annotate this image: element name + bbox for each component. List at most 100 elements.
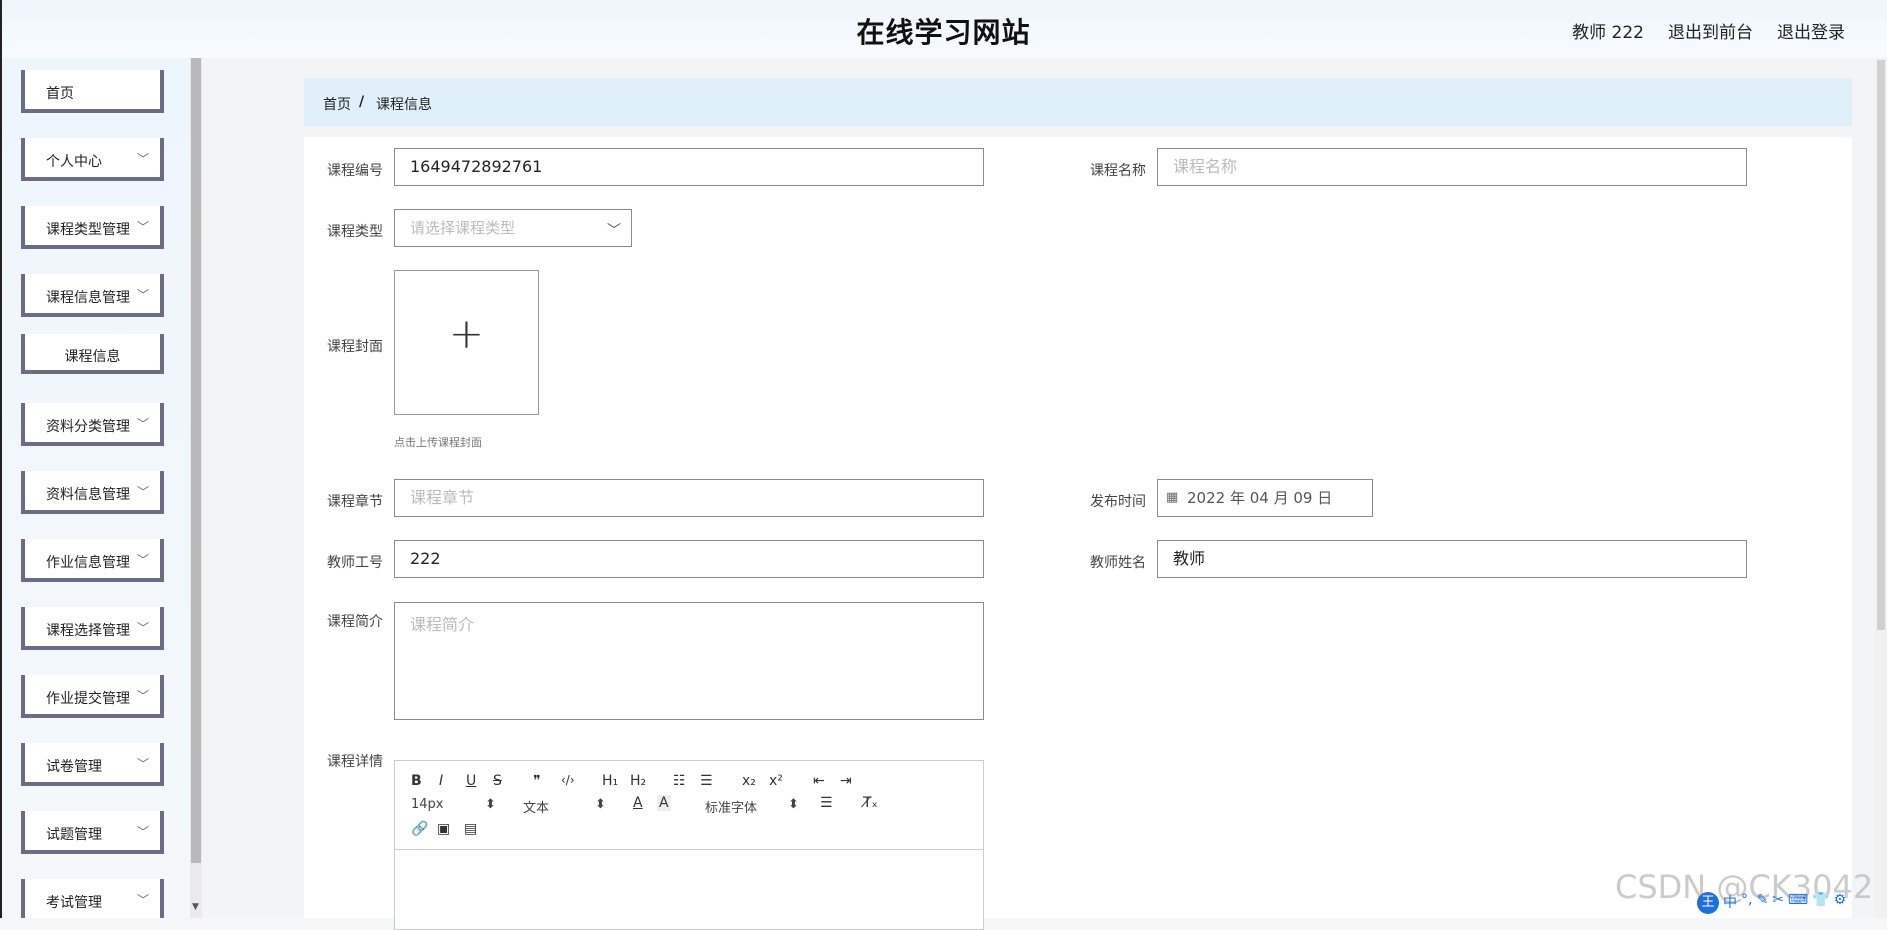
sidebar-item-exam-mgmt[interactable]: 考试管理 ﹀: [21, 879, 164, 918]
course-type-label: 课程类型: [327, 224, 383, 240]
current-user: 教师 222: [1572, 23, 1644, 43]
cover-label: 课程封面: [327, 339, 383, 355]
video-icon[interactable]: ▤: [464, 821, 477, 837]
page-scroll-thumb[interactable]: [1877, 60, 1885, 630]
top-header: 在线学习网站 教师 222 退出到前台 退出登录: [0, 0, 1887, 58]
breadcrumb-home[interactable]: 首页: [323, 94, 351, 114]
chevron-down-icon: ﹀: [136, 621, 149, 635]
indent-button[interactable]: ⇥: [840, 773, 852, 789]
sidebar-item-label: 试题管理: [46, 827, 102, 843]
rich-text-editor[interactable]: B I U S ❞ ‹/› H₁ H₂ ☷ ☰ x₂ x² ⇤ ⇥ 14px ⬍…: [394, 760, 984, 930]
intro-label: 课程简介: [327, 614, 383, 630]
sidebar-item-label: 课程类型管理: [46, 222, 130, 238]
bullet-list-button[interactable]: ☰: [700, 773, 713, 789]
sidebar-item-home[interactable]: 首页: [21, 70, 164, 113]
chevron-down-icon: ﹀: [136, 893, 149, 907]
chevron-down-icon: ﹀: [136, 553, 149, 567]
background-color-icon[interactable]: A: [657, 795, 671, 811]
cover-hint: 点击上传课程封面: [394, 436, 482, 449]
chevron-down-icon: ﹀: [136, 757, 149, 771]
sidebar-item-label: 作业提交管理: [46, 691, 130, 707]
clear-format-button[interactable]: T̸ₓ: [863, 795, 878, 811]
sidebar-item-material-info[interactable]: 资料信息管理 ﹀: [21, 471, 164, 514]
ime-punctuation-icon[interactable]: °,: [1741, 892, 1752, 914]
back-to-front-link[interactable]: 退出到前台: [1668, 18, 1753, 43]
link-icon[interactable]: 🔗: [411, 821, 428, 837]
ime-pen-icon[interactable]: ✎: [1756, 892, 1768, 914]
font-family-select[interactable]: 标准字体: [705, 797, 757, 816]
detail-label: 课程详情: [327, 754, 383, 770]
intro-textarea[interactable]: 课程简介: [394, 602, 984, 720]
italic-button[interactable]: I: [439, 773, 443, 789]
sidebar-item-label: 课程信息: [64, 349, 121, 365]
top-links: 教师 222 退出到前台 退出登录: [1572, 18, 1845, 43]
chevron-down-icon: ﹀: [136, 825, 149, 839]
course-type-select[interactable]: 请选择课程类型: [394, 209, 632, 247]
chevron-down-icon: ﹀: [136, 417, 149, 431]
scroll-down-arrow-icon[interactable]: ▼: [192, 902, 199, 912]
chevron-down-icon: ﹀: [136, 288, 149, 302]
font-size-select[interactable]: 14px: [411, 797, 444, 812]
sidebar: 首页 个人中心 ﹀ 课程类型管理 ﹀ 课程信息管理 ﹀ 课程信息 资料分类管理 …: [2, 58, 190, 918]
breadcrumb-separator: /: [359, 94, 365, 110]
cover-upload[interactable]: +: [394, 270, 539, 415]
sidebar-item-material-category[interactable]: 资料分类管理 ﹀: [21, 403, 164, 446]
course-no-label: 课程编号: [327, 163, 383, 179]
course-name-input[interactable]: 课程名称: [1157, 148, 1747, 186]
chapter-input[interactable]: 课程章节: [394, 479, 984, 517]
sidebar-item-label: 个人中心: [46, 154, 102, 170]
underline-button[interactable]: U: [466, 773, 476, 789]
sidebar-item-question-mgmt[interactable]: 试题管理 ﹀: [21, 811, 164, 854]
ime-mode[interactable]: 中: [1723, 892, 1737, 914]
header-select[interactable]: 文本: [523, 797, 549, 816]
sidebar-scroll-thumb[interactable]: [191, 58, 201, 863]
sidebar-item-course-info-mgmt[interactable]: 课程信息管理 ﹀: [21, 274, 164, 317]
sidebar-item-course-type[interactable]: 课程类型管理 ﹀: [21, 206, 164, 249]
teacher-name-label: 教师姓名: [1090, 555, 1146, 571]
ordered-list-button[interactable]: ☷: [673, 773, 686, 789]
chevron-down-icon: ﹀: [136, 220, 149, 234]
code-block-button[interactable]: ‹/›: [561, 773, 575, 787]
sidebar-item-homework-submission[interactable]: 作业提交管理 ﹀: [21, 675, 164, 718]
bold-button[interactable]: B: [411, 773, 422, 789]
superscript-button[interactable]: x²: [769, 773, 783, 789]
ime-gear-icon[interactable]: ⚙: [1834, 892, 1847, 914]
heading2-button[interactable]: H₂: [630, 773, 646, 789]
blockquote-button[interactable]: ❞: [533, 773, 541, 789]
ime-keyboard-icon[interactable]: ⌨: [1788, 892, 1808, 914]
editor-toolbar: B I U S ❞ ‹/› H₁ H₂ ☷ ☰ x₂ x² ⇤ ⇥ 14px ⬍…: [395, 761, 983, 850]
sidebar-item-homework-info[interactable]: 作业信息管理 ﹀: [21, 539, 164, 582]
publish-date-picker[interactable]: ▦ 2022 年 04 月 09 日: [1157, 479, 1373, 517]
sidebar-item-paper-mgmt[interactable]: 试卷管理 ﹀: [21, 743, 164, 786]
subscript-button[interactable]: x₂: [742, 773, 756, 789]
course-no-input[interactable]: 1649472892761: [394, 148, 984, 186]
teacher-name-input[interactable]: 教师: [1157, 540, 1747, 578]
ime-toolbar: 王 中 °, ✎ ✂ ⌨ 👕 ⚙: [1697, 892, 1846, 914]
chevron-updown-icon[interactable]: ⬍: [788, 797, 799, 812]
publish-time-label: 发布时间: [1090, 494, 1146, 510]
sidebar-item-label: 资料信息管理: [46, 487, 130, 503]
heading1-button[interactable]: H₁: [602, 773, 618, 789]
strike-button[interactable]: S: [493, 773, 502, 789]
ime-shirt-icon[interactable]: 👕: [1812, 892, 1829, 914]
chevron-updown-icon[interactable]: ⬍: [595, 797, 606, 812]
publish-date-value: 2022 年 04 月 09 日: [1187, 489, 1333, 507]
sidebar-item-personal-center[interactable]: 个人中心 ﹀: [21, 138, 164, 181]
font-color-icon[interactable]: A: [633, 795, 643, 811]
teacher-no-input[interactable]: 222: [394, 540, 984, 578]
ime-scissors-icon[interactable]: ✂: [1772, 892, 1784, 914]
sidebar-item-label: 首页: [46, 86, 74, 102]
sidebar-subitem-course-info[interactable]: 课程信息: [21, 334, 164, 374]
chevron-down-icon[interactable]: ﹀: [607, 220, 621, 240]
calendar-icon: ▦: [1166, 490, 1179, 505]
ime-logo-icon[interactable]: 王: [1697, 892, 1719, 914]
chevron-updown-icon[interactable]: ⬍: [485, 797, 496, 812]
teacher-no-label: 教师工号: [327, 555, 383, 571]
sidebar-item-label: 试卷管理: [46, 759, 102, 775]
logout-link[interactable]: 退出登录: [1777, 18, 1845, 43]
outdent-button[interactable]: ⇤: [813, 773, 825, 789]
sidebar-item-label: 课程信息管理: [46, 290, 130, 306]
image-icon[interactable]: ▣: [437, 821, 450, 837]
align-icon[interactable]: ☰: [820, 795, 833, 811]
sidebar-item-course-selection[interactable]: 课程选择管理 ﹀: [21, 607, 164, 650]
